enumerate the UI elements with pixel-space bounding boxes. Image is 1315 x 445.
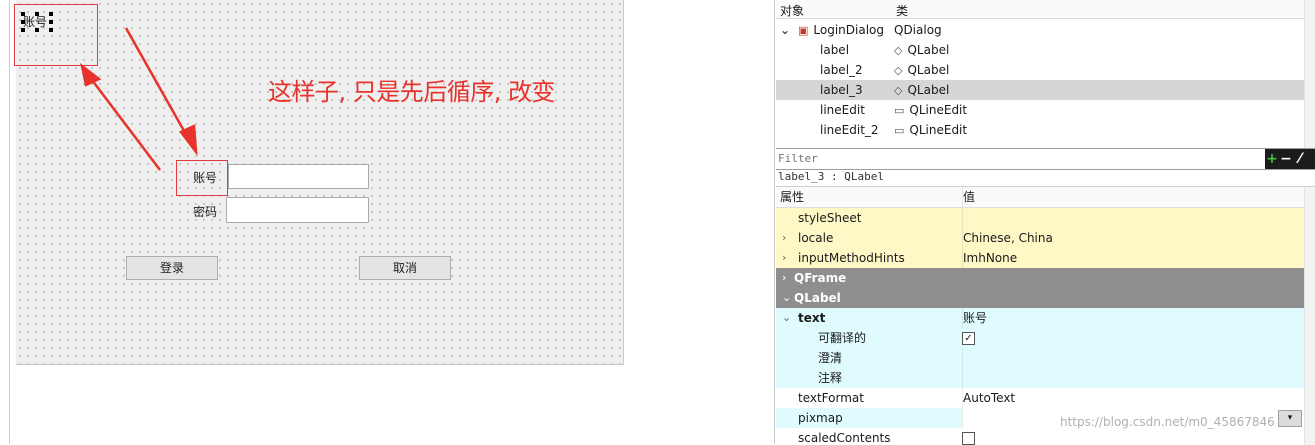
tree-item-label-3[interactable]: label_3 ◇ QLabel xyxy=(776,80,1313,100)
label-icon: ◇ xyxy=(894,64,903,77)
section-qlabel[interactable]: ⌄ QLabel xyxy=(776,288,1305,309)
prop-value[interactable]: Chinese, China xyxy=(962,228,1053,248)
prop-row-stylesheet[interactable]: styleSheet xyxy=(776,208,1305,229)
tree-item-name: lineEdit_2 xyxy=(820,123,879,137)
object-inspector: 对象 类 ⌄ ▣ LoginDialog QDialog label ◇ QLabe… xyxy=(776,0,1315,148)
prop-key: 可翻译的 xyxy=(818,331,867,345)
prop-value[interactable] xyxy=(962,208,963,228)
prop-value[interactable]: 账号 xyxy=(962,308,987,328)
prop-row-disambiguation[interactable]: 澄清 xyxy=(776,348,1305,369)
tree-item-name: label_3 xyxy=(820,83,863,97)
expand-arrow-icon[interactable]: ⌄ xyxy=(780,20,790,40)
account-label[interactable]: 账号 xyxy=(193,168,217,188)
filter-buttons: + − ⁄ xyxy=(1265,149,1315,169)
prop-value[interactable] xyxy=(962,348,963,368)
pixmap-dropdown-icon[interactable]: ▾ xyxy=(1278,410,1302,427)
property-table-scrollbar[interactable] xyxy=(1304,187,1315,445)
tree-item-class: QLabel xyxy=(907,83,950,97)
tree-item-name-wrap: ▣ LoginDialog xyxy=(798,20,884,41)
property-table: 属性 值 styleSheet › locale Chinese, China … xyxy=(776,186,1315,445)
prop-value[interactable]: ImhNone xyxy=(962,248,1017,268)
tree-item-class: QLineEdit xyxy=(909,103,968,117)
collapse-down-icon[interactable]: ⌄ xyxy=(782,308,791,328)
password-label[interactable]: 密码 xyxy=(193,202,217,222)
label-icon: ◇ xyxy=(894,44,903,57)
tree-item-class-wrap: ◇ QLabel xyxy=(894,60,949,81)
tree-item-class: QLabel xyxy=(907,43,950,57)
tree-item-name: LoginDialog xyxy=(813,23,884,37)
arrow-head-up xyxy=(80,62,102,87)
translatable-checkbox[interactable]: ✓ xyxy=(962,332,975,345)
tree-item-class-wrap: ▭ QLineEdit xyxy=(894,100,967,121)
tree-item-class-wrap: ▭ QLineEdit xyxy=(894,120,967,141)
tree-item-lineedit-2[interactable]: lineEdit_2 ▭ QLineEdit xyxy=(776,120,1313,140)
property-filter-bar: +−⁄ xyxy=(776,148,1315,170)
prop-key: styleSheet xyxy=(798,211,862,225)
prop-row-inputmethodhints[interactable]: › inputMethodHints ImhNone xyxy=(776,248,1305,269)
configure-icon[interactable]: ⁄ xyxy=(1293,149,1307,169)
prop-key: 澄清 xyxy=(818,351,843,365)
tree-item-name: label_2 xyxy=(820,63,863,77)
prop-key: pixmap xyxy=(798,411,843,425)
lineedit-icon: ▭ xyxy=(894,124,905,137)
remove-property-icon[interactable]: − xyxy=(1279,149,1293,169)
section-title: QFrame xyxy=(794,271,847,285)
property-filter-input[interactable] xyxy=(778,151,1263,165)
current-object-label: label_3 : QLabel xyxy=(778,170,884,183)
tree-item-label[interactable]: label ◇ QLabel xyxy=(776,40,1313,60)
tree-item-class-wrap: ◇ QLabel xyxy=(894,80,949,101)
collapse-down-icon[interactable]: ⌄ xyxy=(782,288,791,308)
expand-right-icon[interactable]: › xyxy=(782,248,786,268)
tree-item-lineedit[interactable]: lineEdit ▭ QLineEdit xyxy=(776,100,1313,120)
column-class[interactable]: 类 xyxy=(896,2,908,19)
expand-right-icon[interactable]: › xyxy=(782,228,786,248)
expand-right-icon[interactable]: › xyxy=(782,268,787,288)
add-property-icon[interactable]: + xyxy=(1265,149,1279,169)
prop-key: text xyxy=(798,311,826,325)
prop-row-comment[interactable]: 注释 xyxy=(776,368,1305,389)
column-value[interactable]: 值 xyxy=(962,187,975,207)
cancel-button[interactable]: 取消 xyxy=(359,256,451,280)
lineedit-icon: ▭ xyxy=(894,104,905,117)
section-title: QLabel xyxy=(794,291,841,305)
tree-item-name: lineEdit xyxy=(820,103,865,117)
tree-item-class: QLabel xyxy=(907,63,950,77)
prop-key: inputMethodHints xyxy=(798,251,905,265)
prop-value[interactable] xyxy=(962,368,963,388)
tree-item-label-2[interactable]: label_2 ◇ QLabel xyxy=(776,60,1313,80)
tree-item-name: label xyxy=(820,43,850,57)
dialog-icon: ▣ xyxy=(798,24,809,37)
tree-item-class: QDialog xyxy=(894,23,942,37)
watermark-text: https://blog.csdn.net/m0_45867846 xyxy=(1060,415,1275,429)
object-inspector-scrollbar[interactable] xyxy=(1304,0,1315,148)
prop-key: scaledContents xyxy=(798,431,891,445)
panel-splitter[interactable] xyxy=(774,0,775,444)
label-icon: ◇ xyxy=(894,84,903,97)
prop-row-text[interactable]: ⌄ text 账号 xyxy=(776,308,1305,329)
column-object[interactable]: 对象 xyxy=(780,2,804,19)
prop-key: textFormat xyxy=(798,391,864,405)
arrow-head-down xyxy=(179,124,198,157)
tree-item-class: QLineEdit xyxy=(909,123,968,137)
password-input[interactable] xyxy=(226,197,369,223)
prop-row-textformat[interactable]: textFormat AutoText xyxy=(776,388,1305,409)
section-qframe[interactable]: › QFrame xyxy=(776,268,1305,289)
object-inspector-header: 对象 类 xyxy=(776,0,1313,19)
prop-row-scaledcontents[interactable]: scaledContents xyxy=(776,428,1305,445)
annotation-text: 这样子, 只是先后循序, 改变 xyxy=(268,78,556,106)
scaledcontents-checkbox[interactable] xyxy=(962,432,975,445)
prop-row-locale[interactable]: › locale Chinese, China xyxy=(776,228,1305,249)
account-input[interactable] xyxy=(228,164,369,189)
column-property[interactable]: 属性 xyxy=(780,187,804,207)
property-table-header: 属性 值 xyxy=(776,187,1305,208)
prop-key: locale xyxy=(798,231,834,245)
tree-item-class-wrap: ◇ QLabel xyxy=(894,40,949,61)
prop-row-translatable[interactable]: 可翻译的 ✓ xyxy=(776,328,1305,349)
prop-key: 注释 xyxy=(818,371,843,385)
prop-value[interactable]: AutoText xyxy=(962,388,1015,408)
login-button[interactable]: 登录 xyxy=(126,256,218,280)
tree-item-logindialog[interactable]: ⌄ ▣ LoginDialog QDialog xyxy=(776,20,1313,40)
